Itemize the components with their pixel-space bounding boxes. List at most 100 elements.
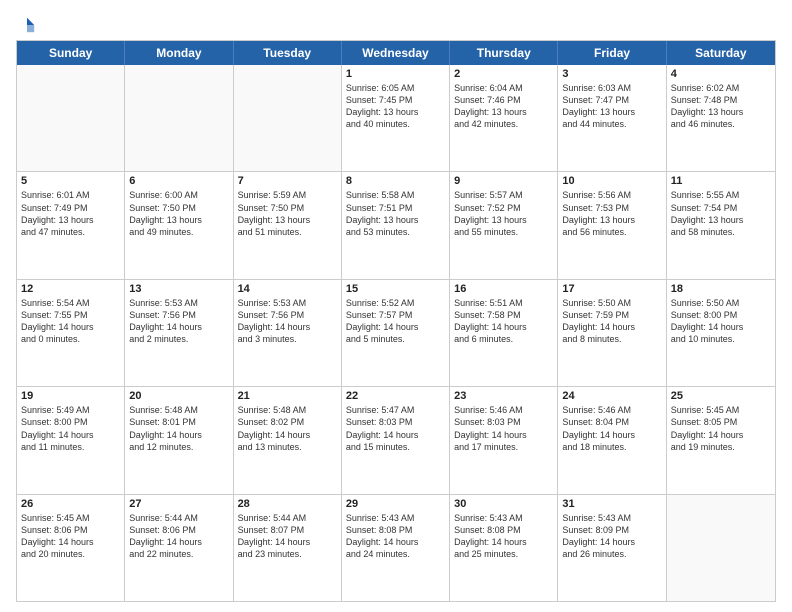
calendar-cell: 15 Sunrise: 5:52 AM Sunset: 7:57 PM Dayli…: [342, 280, 450, 386]
weekday-header-tuesday: Tuesday: [234, 41, 342, 65]
day-number: 27: [129, 498, 228, 510]
day-number: 22: [346, 390, 445, 402]
day-info: Sunrise: 5:44 AM Sunset: 8:06 PM Dayligh…: [129, 512, 228, 561]
logo-area: [16, 16, 38, 34]
weekday-header-thursday: Thursday: [450, 41, 558, 65]
day-info: Sunrise: 5:53 AM Sunset: 7:56 PM Dayligh…: [129, 297, 228, 346]
day-number: 28: [238, 498, 337, 510]
calendar-row-1: 5Sunrise: 6:01 AM Sunset: 7:49 PM Daylig…: [17, 171, 775, 278]
calendar-row-3: 19 Sunrise: 5:49 AM Sunset: 8:00 PM Dayli…: [17, 386, 775, 493]
calendar-cell: 20 Sunrise: 5:48 AM Sunset: 8:01 PM Dayli…: [125, 387, 233, 493]
day-info: Sunrise: 5:43 AM Sunset: 8:08 PM Dayligh…: [346, 512, 445, 561]
weekday-header-sunday: Sunday: [17, 41, 125, 65]
day-number: 31: [562, 498, 661, 510]
calendar-cell: 9 Sunrise: 5:57 AM Sunset: 7:52 PM Daylig…: [450, 172, 558, 278]
day-info: Sunrise: 5:45 AM Sunset: 8:06 PM Dayligh…: [21, 512, 120, 561]
day-info: Sunrise: 5:59 AM Sunset: 7:50 PM Dayligh…: [238, 189, 337, 238]
day-info: Sunrise: 5:47 AM Sunset: 8:03 PM Dayligh…: [346, 404, 445, 453]
day-info: Sunrise: 5:46 AM Sunset: 8:03 PM Dayligh…: [454, 404, 553, 453]
calendar-cell: 6 Sunrise: 6:00 AM Sunset: 7:50 PM Daylig…: [125, 172, 233, 278]
day-info: Sunrise: 5:49 AM Sunset: 8:00 PM Dayligh…: [21, 404, 120, 453]
day-info: Sunrise: 5:58 AM Sunset: 7:51 PM Dayligh…: [346, 189, 445, 238]
day-info: Sunrise: 5:53 AM Sunset: 7:56 PM Dayligh…: [238, 297, 337, 346]
day-info: Sunrise: 6:02 AM Sunset: 7:48 PM Dayligh…: [671, 82, 771, 131]
calendar-cell: 29 Sunrise: 5:43 AM Sunset: 8:08 PM Dayli…: [342, 495, 450, 601]
day-info: Sunrise: 5:52 AM Sunset: 7:57 PM Dayligh…: [346, 297, 445, 346]
day-number: 9: [454, 175, 553, 187]
calendar-cell: 16 Sunrise: 5:51 AM Sunset: 7:58 PM Dayli…: [450, 280, 558, 386]
calendar-cell: 13 Sunrise: 5:53 AM Sunset: 7:56 PM Dayli…: [125, 280, 233, 386]
calendar-cell: 30 Sunrise: 5:43 AM Sunset: 8:08 PM Dayli…: [450, 495, 558, 601]
day-number: 1: [346, 68, 445, 80]
day-number: 29: [346, 498, 445, 510]
calendar-cell: 14 Sunrise: 5:53 AM Sunset: 7:56 PM Dayli…: [234, 280, 342, 386]
day-number: 17: [562, 283, 661, 295]
calendar-cell: 7 Sunrise: 5:59 AM Sunset: 7:50 PM Daylig…: [234, 172, 342, 278]
calendar-cell: 2 Sunrise: 6:04 AM Sunset: 7:46 PM Daylig…: [450, 65, 558, 171]
day-number: 14: [238, 283, 337, 295]
calendar-cell: [234, 65, 342, 171]
calendar-cell: 4 Sunrise: 6:02 AM Sunset: 7:48 PM Daylig…: [667, 65, 775, 171]
day-number: 12: [21, 283, 120, 295]
calendar: SundayMondayTuesdayWednesdayThursdayFrid…: [16, 40, 776, 602]
weekday-header-friday: Friday: [558, 41, 666, 65]
day-info: Sunrise: 5:56 AM Sunset: 7:53 PM Dayligh…: [562, 189, 661, 238]
day-info: Sunrise: 5:43 AM Sunset: 8:08 PM Dayligh…: [454, 512, 553, 561]
day-number: 25: [671, 390, 771, 402]
calendar-cell: 1Sunrise: 6:05 AM Sunset: 7:45 PM Daylig…: [342, 65, 450, 171]
weekday-header-wednesday: Wednesday: [342, 41, 450, 65]
day-number: 4: [671, 68, 771, 80]
calendar-cell: 19 Sunrise: 5:49 AM Sunset: 8:00 PM Dayli…: [17, 387, 125, 493]
day-number: 5: [21, 175, 120, 187]
day-info: Sunrise: 5:57 AM Sunset: 7:52 PM Dayligh…: [454, 189, 553, 238]
day-number: 19: [21, 390, 120, 402]
day-info: Sunrise: 5:46 AM Sunset: 8:04 PM Dayligh…: [562, 404, 661, 453]
day-number: 11: [671, 175, 771, 187]
calendar-cell: 18Sunrise: 5:50 AM Sunset: 8:00 PM Dayli…: [667, 280, 775, 386]
day-number: 8: [346, 175, 445, 187]
day-info: Sunrise: 5:55 AM Sunset: 7:54 PM Dayligh…: [671, 189, 771, 238]
day-info: Sunrise: 5:45 AM Sunset: 8:05 PM Dayligh…: [671, 404, 771, 453]
day-number: 30: [454, 498, 553, 510]
day-number: 18: [671, 283, 771, 295]
page: SundayMondayTuesdayWednesdayThursdayFrid…: [0, 0, 792, 612]
day-number: 2: [454, 68, 553, 80]
day-info: Sunrise: 6:03 AM Sunset: 7:47 PM Dayligh…: [562, 82, 661, 131]
day-number: 3: [562, 68, 661, 80]
day-info: Sunrise: 5:51 AM Sunset: 7:58 PM Dayligh…: [454, 297, 553, 346]
calendar-cell: 17Sunrise: 5:50 AM Sunset: 7:59 PM Dayli…: [558, 280, 666, 386]
day-info: Sunrise: 6:04 AM Sunset: 7:46 PM Dayligh…: [454, 82, 553, 131]
calendar-cell: 28 Sunrise: 5:44 AM Sunset: 8:07 PM Dayli…: [234, 495, 342, 601]
day-number: 20: [129, 390, 228, 402]
calendar-cell: 22 Sunrise: 5:47 AM Sunset: 8:03 PM Dayli…: [342, 387, 450, 493]
weekday-header-monday: Monday: [125, 41, 233, 65]
calendar-cell: 23 Sunrise: 5:46 AM Sunset: 8:03 PM Dayli…: [450, 387, 558, 493]
logo-icon: [18, 16, 36, 34]
calendar-cell: 24 Sunrise: 5:46 AM Sunset: 8:04 PM Dayli…: [558, 387, 666, 493]
day-number: 21: [238, 390, 337, 402]
day-number: 13: [129, 283, 228, 295]
calendar-cell: [17, 65, 125, 171]
day-info: Sunrise: 5:48 AM Sunset: 8:02 PM Dayligh…: [238, 404, 337, 453]
day-number: 23: [454, 390, 553, 402]
day-number: 26: [21, 498, 120, 510]
calendar-cell: 12Sunrise: 5:54 AM Sunset: 7:55 PM Dayli…: [17, 280, 125, 386]
calendar-row-4: 26 Sunrise: 5:45 AM Sunset: 8:06 PM Dayli…: [17, 494, 775, 601]
calendar-cell: 11 Sunrise: 5:55 AM Sunset: 7:54 PM Dayli…: [667, 172, 775, 278]
day-info: Sunrise: 5:44 AM Sunset: 8:07 PM Dayligh…: [238, 512, 337, 561]
day-info: Sunrise: 6:00 AM Sunset: 7:50 PM Dayligh…: [129, 189, 228, 238]
calendar-cell: 31 Sunrise: 5:43 AM Sunset: 8:09 PM Dayli…: [558, 495, 666, 601]
calendar-cell: [667, 495, 775, 601]
day-number: 10: [562, 175, 661, 187]
day-number: 16: [454, 283, 553, 295]
day-number: 15: [346, 283, 445, 295]
calendar-cell: 21 Sunrise: 5:48 AM Sunset: 8:02 PM Dayli…: [234, 387, 342, 493]
day-number: 6: [129, 175, 228, 187]
day-number: 7: [238, 175, 337, 187]
day-info: Sunrise: 5:43 AM Sunset: 8:09 PM Dayligh…: [562, 512, 661, 561]
calendar-header: SundayMondayTuesdayWednesdayThursdayFrid…: [17, 41, 775, 65]
logo: [16, 16, 38, 34]
day-info: Sunrise: 5:48 AM Sunset: 8:01 PM Dayligh…: [129, 404, 228, 453]
header: [16, 16, 776, 34]
day-number: 24: [562, 390, 661, 402]
